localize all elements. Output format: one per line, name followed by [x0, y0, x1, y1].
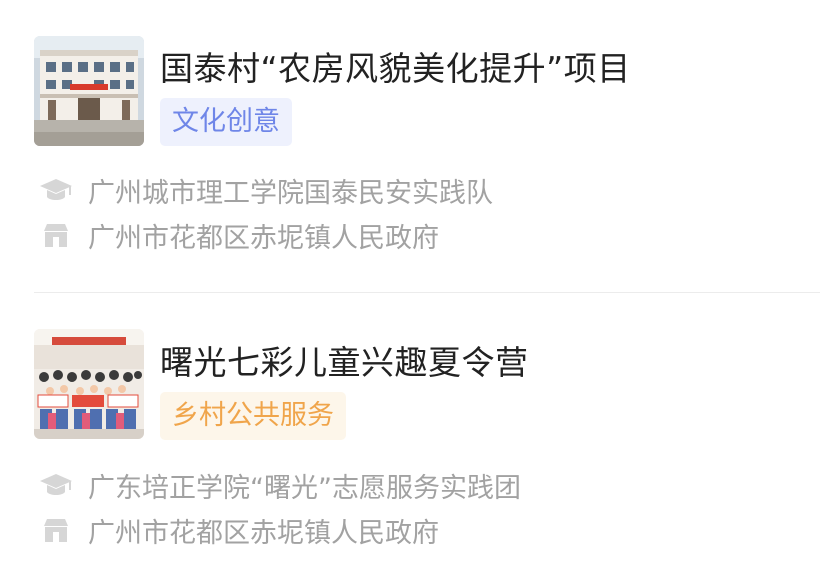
organization-name: 广州市花都区赤坭镇人民政府	[88, 222, 439, 254]
team-row: 广东培正学院“曙光”志愿服务实践团	[38, 467, 521, 504]
category-tag: 文化创意	[160, 98, 292, 146]
building-icon	[38, 217, 74, 253]
team-name: 广东培正学院“曙光”志愿服务实践团	[88, 472, 521, 504]
team-name: 广州城市理工学院国泰民安实践队	[88, 177, 493, 209]
organization-name: 广州市花都区赤坭镇人民政府	[88, 517, 439, 549]
graduation-cap-icon	[38, 172, 74, 208]
organization-row: 广州市花都区赤坭镇人民政府	[38, 217, 439, 254]
building-icon	[38, 512, 74, 548]
team-row: 广州城市理工学院国泰民安实践队	[38, 172, 493, 209]
category-tag: 乡村公共服务	[160, 392, 346, 440]
building-photo-icon	[34, 36, 144, 146]
project-title[interactable]: 曙光七彩儿童兴趣夏令营	[160, 336, 529, 384]
project-thumbnail[interactable]	[34, 36, 144, 146]
project-card[interactable]: 国泰村“农房风貌美化提升”项目 文化创意 广州城市理工学院国泰民安实践队 广州市…	[0, 0, 832, 292]
project-card[interactable]: 曙光七彩儿童兴趣夏令营 乡村公共服务 广东培正学院“曙光”志愿服务实践团 广州市…	[0, 293, 832, 587]
project-thumbnail[interactable]	[34, 329, 144, 439]
project-title[interactable]: 国泰村“农房风貌美化提升”项目	[160, 42, 631, 90]
organization-row: 广州市花都区赤坭镇人民政府	[38, 512, 439, 549]
group-photo-icon	[34, 329, 144, 439]
graduation-cap-icon	[38, 467, 74, 503]
